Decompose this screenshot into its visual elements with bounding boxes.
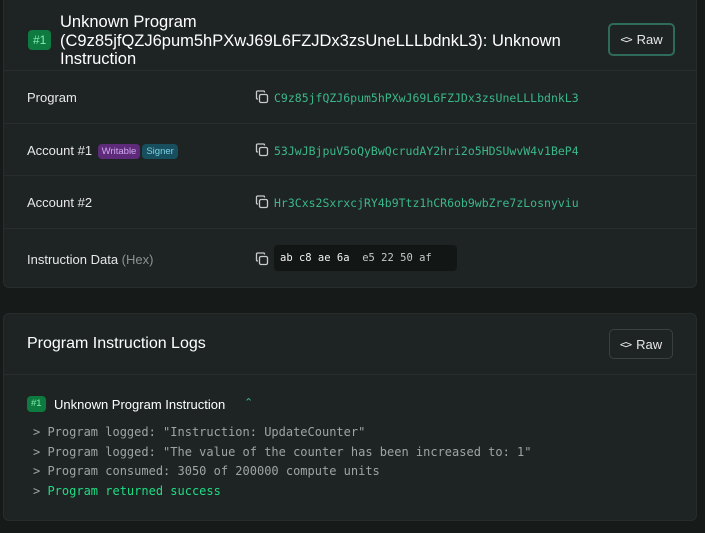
- program-address-link[interactable]: C9z85jfQZJ6pum5hPXwJ69L6FZJDx3zsUneLLLbd…: [274, 91, 579, 105]
- hex-bytes-1: ab c8 ae 6a: [280, 252, 350, 264]
- log-line-success: > Program returned success: [33, 482, 532, 502]
- signer-badge: Signer: [142, 144, 178, 159]
- account-1-label: Account #1 Writable Signer: [27, 143, 178, 159]
- logs-card: Program Instruction Logs <> Raw #1 Unkno…: [3, 313, 697, 521]
- instruction-header: #1 Unknown Program (C9z85jfQZJ6pum5hPXwJ…: [4, 0, 696, 71]
- program-label: Program: [27, 90, 77, 105]
- account-1-address-link[interactable]: 53JwJBjpuV5oQyBwQcrudAY2hri2o5HDSUwvW4v1…: [274, 144, 579, 158]
- hex-suffix: (Hex): [121, 252, 154, 267]
- instruction-data-hex: ab c8 ae 6a e5 22 50 af: [274, 245, 457, 271]
- log-success-text: Program returned success: [47, 484, 221, 499]
- account-1-label-text: Account #1: [27, 143, 93, 158]
- logs-header: Program Instruction Logs <> Raw: [4, 314, 696, 375]
- log-line: > Program consumed: 3050 of 200000 compu…: [33, 464, 380, 479]
- log-lines: > Program logged: "Instruction: UpdateCo…: [33, 423, 532, 502]
- raw-button-label: Raw: [636, 32, 663, 47]
- instruction-data-row: Instruction Data (Hex) ab c8 ae 6a e5 22…: [4, 229, 696, 289]
- raw-button[interactable]: <> Raw: [609, 329, 673, 359]
- raw-button-label: Raw: [636, 336, 663, 352]
- instruction-index-badge: #1: [28, 30, 52, 50]
- program-row: Program C9z85jfQZJ6pum5hPXwJ69L6FZJDx3zs…: [4, 71, 696, 124]
- raw-button[interactable]: <> Raw: [608, 23, 675, 56]
- account-2-row: Account #2 Hr3Cxs2SxrxcjRY4b9Ttz1hCR6ob9…: [4, 176, 696, 229]
- hex-bytes-2: e5 22 50 af: [362, 252, 432, 264]
- code-icon: <>: [620, 33, 632, 46]
- logs-title: Program Instruction Logs: [27, 335, 206, 352]
- copy-icon[interactable]: [255, 195, 269, 209]
- code-icon: <>: [619, 337, 632, 351]
- log-instruction-title: Unknown Program Instruction: [54, 397, 226, 412]
- log-prefix: >: [33, 484, 48, 499]
- chevron-up-icon[interactable]: ⌃: [244, 396, 253, 409]
- account-1-row: Account #1 Writable Signer 53JwJBjpuV5oQy…: [4, 124, 696, 176]
- account-2-address-link[interactable]: Hr3Cxs2SxrxcjRY4b9Ttz1hCR6ob9wbZre7zLosn…: [274, 196, 579, 210]
- log-index-badge: #1: [27, 396, 46, 412]
- instruction-data-label: Instruction Data (Hex): [27, 252, 153, 267]
- instruction-title: Unknown Program (C9z85jfQZJ6pum5hPXwJ69L…: [60, 13, 561, 69]
- instruction-card: #1 Unknown Program (C9z85jfQZJ6pum5hPXwJ…: [3, 0, 697, 288]
- copy-icon[interactable]: [255, 143, 269, 157]
- account-2-label: Account #2: [27, 195, 93, 210]
- instruction-data-label-text: Instruction Data: [27, 252, 119, 267]
- writable-badge: Writable: [97, 144, 141, 159]
- copy-icon[interactable]: [255, 252, 269, 266]
- log-line: > Program logged: "The value of the coun…: [33, 444, 532, 459]
- log-line: > Program logged: "Instruction: UpdateCo…: [33, 425, 366, 439]
- copy-icon[interactable]: [255, 90, 269, 104]
